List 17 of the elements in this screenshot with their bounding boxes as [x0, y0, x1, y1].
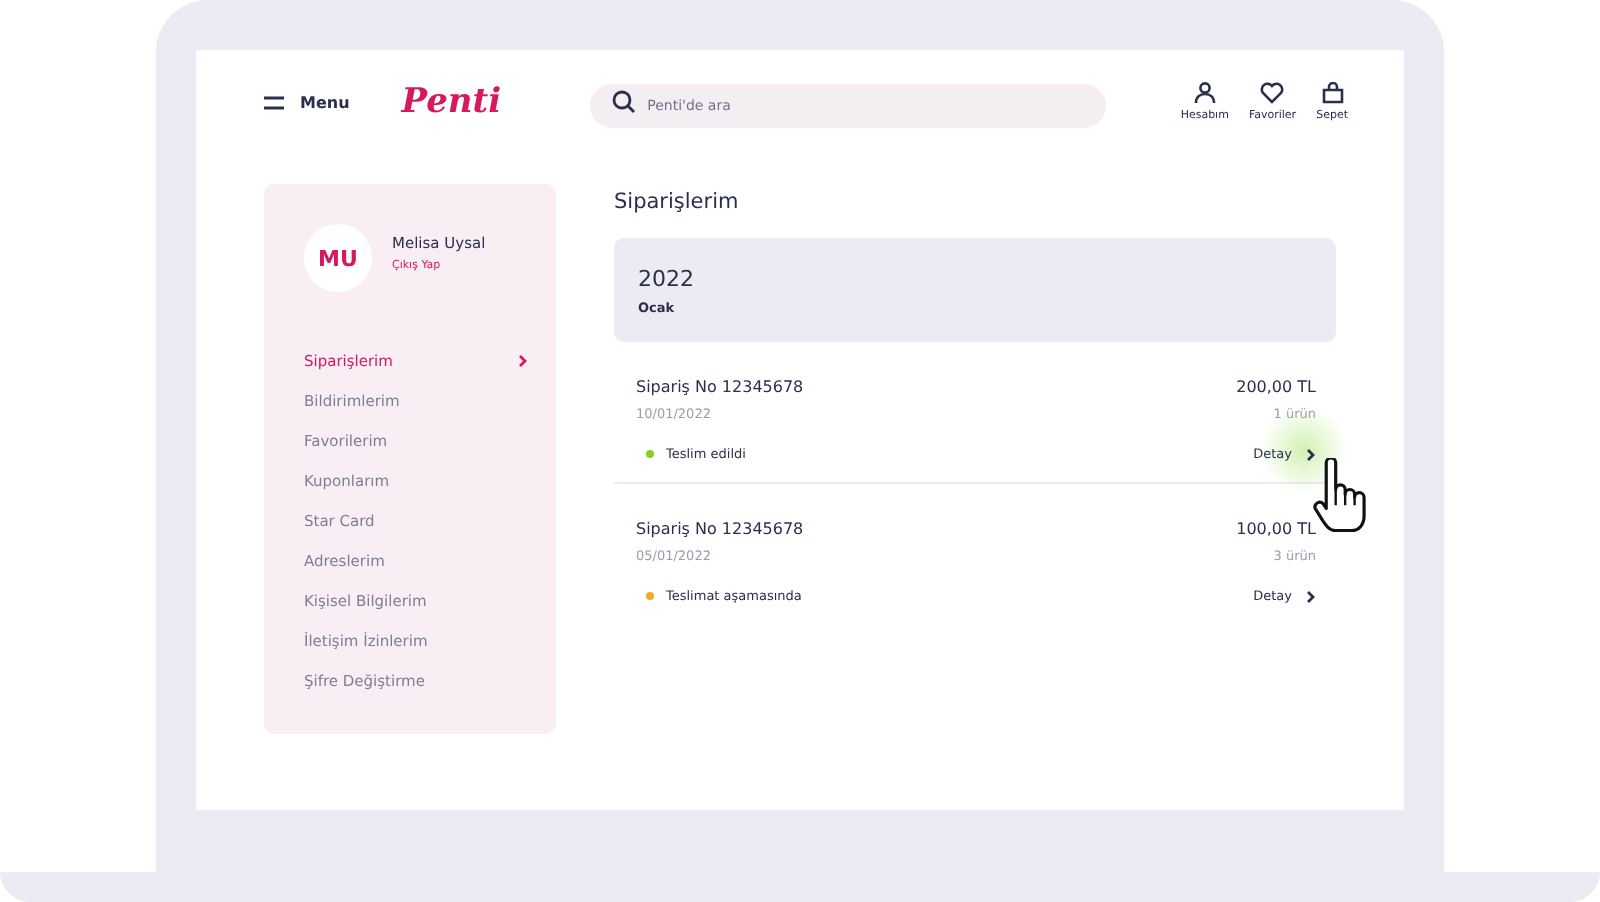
bag-icon [1321, 82, 1344, 104]
chevron-icon [1306, 447, 1316, 461]
order-number: Sipariş No 12345678 [636, 520, 804, 538]
search-icon [611, 90, 636, 114]
heart-icon [1260, 82, 1285, 104]
order-total: 200,00 TL [1236, 378, 1316, 396]
logo[interactable]: Penti [401, 82, 502, 122]
chevron-icon [1306, 589, 1316, 603]
order-number: Sipariş No 12345678 [636, 378, 804, 396]
person-icon [1193, 82, 1216, 104]
year-label: 2022 [638, 265, 696, 291]
avatar: MU [304, 224, 372, 292]
menu-button[interactable]: Menu [264, 93, 350, 111]
page-title: Siparişlerim [614, 190, 741, 214]
chevron-icon [518, 353, 528, 367]
order-total: 100,00 TL [1236, 520, 1316, 538]
menu-icon [264, 95, 284, 109]
